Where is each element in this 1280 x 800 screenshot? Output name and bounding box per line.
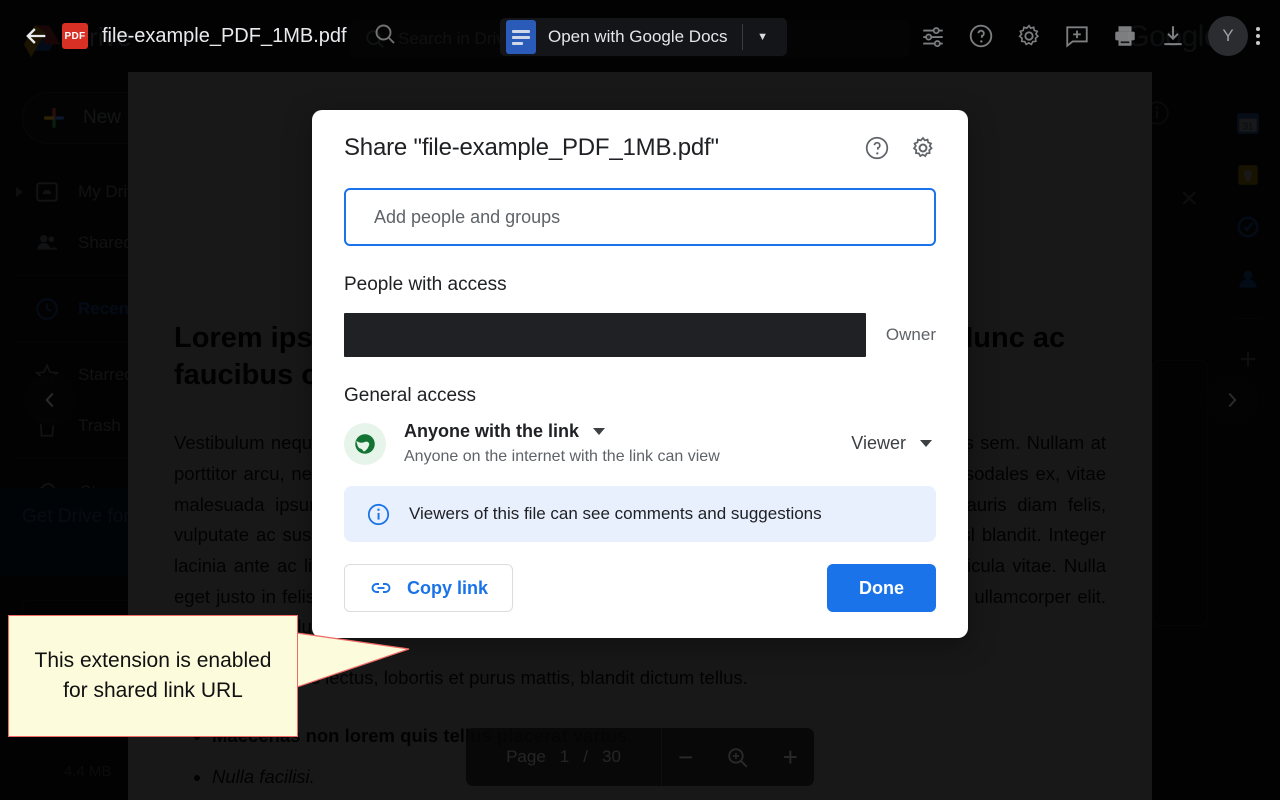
previous-page-button[interactable] <box>24 374 76 426</box>
info-icon <box>367 503 390 525</box>
help-icon[interactable] <box>864 135 890 161</box>
arrow-left-icon <box>26 28 46 44</box>
avatar[interactable]: Y <box>1208 16 1248 56</box>
page-separator: / <box>583 747 588 766</box>
people-with-access-heading: People with access <box>344 274 507 295</box>
page-label: Page <box>506 747 546 766</box>
link-icon <box>371 583 391 593</box>
copy-link-label: Copy link <box>407 577 489 598</box>
chevron-left-icon <box>45 392 54 408</box>
share-dialog: Share "file-example_PDF_1MB.pdf" Add peo… <box>312 110 968 638</box>
download-icon[interactable] <box>1160 23 1186 49</box>
info-banner-text: Viewers of this file can see comments an… <box>409 504 822 523</box>
sidebar-label: Starred <box>78 364 134 384</box>
rail-divider <box>1233 318 1263 319</box>
general-access-row: Anyone with the link Anyone on the inter… <box>344 421 936 466</box>
sidebar-label: Recent <box>78 298 135 318</box>
next-page-button[interactable] <box>1206 374 1258 426</box>
permission-select[interactable]: Viewer <box>851 433 936 454</box>
close-panel-icon[interactable]: × <box>1180 182 1198 216</box>
settings-icon[interactable] <box>1016 23 1042 49</box>
general-access-texts: Anyone with the link Anyone on the inter… <box>404 421 851 466</box>
contacts-icon[interactable] <box>1235 266 1261 292</box>
svg-text:31: 31 <box>1243 122 1254 133</box>
google-apps-rail: 31 + <box>1216 86 1280 375</box>
page-total: 30 <box>601 747 621 766</box>
clock-icon <box>36 297 58 320</box>
chevron-right-icon <box>1228 392 1237 408</box>
chevron-down-icon[interactable] <box>593 428 606 435</box>
gear-icon[interactable] <box>910 135 936 161</box>
open-with-google-docs-button[interactable]: Open with Google Docs ▼ <box>500 18 787 56</box>
zoom-out-button[interactable]: − <box>678 744 693 770</box>
chevron-down-icon[interactable] <box>920 440 932 447</box>
dialog-header: Share "file-example_PDF_1MB.pdf" <box>344 134 936 162</box>
access-level-label: Anyone with the link <box>404 421 580 441</box>
done-button[interactable]: Done <box>827 564 936 612</box>
extension-callout: This extension is enabled for shared lin… <box>8 615 298 737</box>
dialog-title: Share "file-example_PDF_1MB.pdf" <box>344 134 719 161</box>
access-level-select[interactable]: Anyone with the link <box>404 421 851 442</box>
help-icon[interactable] <box>968 23 994 49</box>
plus-icon <box>44 108 64 128</box>
file-title: file-example_PDF_1MB.pdf <box>102 24 347 47</box>
screen: Drive Search in Drive Google New My Driv… <box>0 0 1280 800</box>
zoom-controls: − + <box>662 744 814 770</box>
page-toolbar: Page 1 / 30 − + <box>466 728 814 786</box>
page-current: 1 <box>559 747 570 766</box>
add-comment-icon[interactable] <box>1064 23 1090 49</box>
globe-icon-wrapper <box>344 422 386 465</box>
storage-footer-text: 4.4 MB <box>64 763 112 780</box>
permission-label: Viewer <box>851 433 906 453</box>
search-icon[interactable] <box>373 22 397 51</box>
copy-link-button[interactable]: Copy link <box>344 564 514 612</box>
chevron-right-icon[interactable] <box>16 186 23 197</box>
print-icon[interactable] <box>1112 23 1138 49</box>
add-people-placeholder: Add people and groups <box>374 206 561 227</box>
callout-pointer <box>297 632 410 688</box>
my-drive-icon <box>36 181 58 202</box>
globe-icon <box>355 433 375 454</box>
callout-text: This extension is enabled for shared lin… <box>34 649 272 702</box>
access-description: Anyone on the internet with the link can… <box>404 448 720 465</box>
general-access-heading: General access <box>344 385 477 406</box>
tune-icon[interactable] <box>920 23 946 49</box>
table-row: Owner <box>344 313 936 357</box>
dialog-footer: Copy link Done <box>344 564 936 612</box>
info-banner: Viewers of this file can see comments an… <box>344 486 936 542</box>
add-app-button[interactable]: + <box>1239 345 1257 375</box>
file-toolbar: PDF file-example_PDF_1MB.pdf Y Open with… <box>0 0 1280 72</box>
page-indicator[interactable]: Page 1 / 30 <box>466 747 661 767</box>
details-panel <box>1152 360 1208 626</box>
pdf-file-badge: PDF <box>62 23 88 49</box>
google-docs-icon <box>506 20 536 54</box>
more-options-icon[interactable] <box>1256 27 1260 45</box>
done-label: Done <box>859 577 904 598</box>
people-icon <box>37 234 58 249</box>
new-button-label: New <box>83 107 122 128</box>
owner-role-label: Owner <box>885 325 936 344</box>
zoom-in-button[interactable]: + <box>783 744 798 770</box>
zoom-magnifier-icon[interactable] <box>725 745 750 770</box>
keep-icon[interactable] <box>1235 162 1261 188</box>
add-people-input[interactable]: Add people and groups <box>344 188 936 246</box>
sidebar-label: Trash <box>78 415 121 435</box>
back-button[interactable] <box>14 14 58 58</box>
open-with-label: Open with Google Docs <box>548 27 728 46</box>
tasks-icon[interactable] <box>1235 214 1261 240</box>
file-toolbar-actions: Y <box>920 16 1266 56</box>
owner-name-redacted <box>344 313 866 357</box>
calendar-icon[interactable]: 31 <box>1235 110 1261 136</box>
chevron-down-icon[interactable]: ▼ <box>743 31 783 43</box>
